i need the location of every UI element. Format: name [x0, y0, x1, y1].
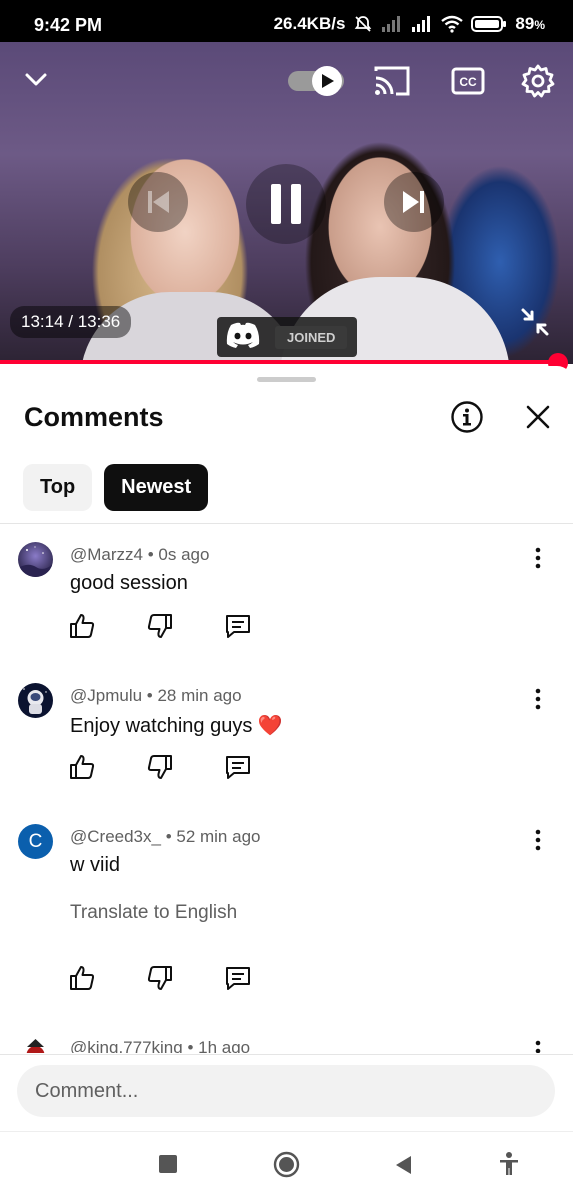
- like-icon[interactable]: [68, 612, 96, 640]
- wifi-icon: [441, 15, 464, 33]
- comment-item: @Jpmulu • 28 min ago Enjoy watching guys…: [0, 677, 573, 818]
- collapse-chevron-icon[interactable]: [22, 66, 50, 94]
- dislike-icon[interactable]: [146, 964, 174, 992]
- close-icon[interactable]: [523, 402, 553, 432]
- avatar[interactable]: [18, 542, 53, 577]
- cast-icon[interactable]: [374, 64, 410, 98]
- fullscreen-exit-icon[interactable]: [519, 306, 551, 338]
- previous-video-button[interactable]: [128, 172, 188, 232]
- avatar[interactable]: [18, 1035, 53, 1053]
- autoplay-toggle[interactable]: [287, 64, 345, 98]
- astronaut-avatar-icon: [18, 683, 53, 718]
- more-options-icon[interactable]: [527, 546, 549, 570]
- dislike-icon[interactable]: [146, 753, 174, 781]
- settings-gear-icon[interactable]: [521, 64, 555, 98]
- comment-text: w viid: [70, 854, 121, 876]
- translate-link[interactable]: Translate to English: [70, 902, 237, 924]
- recents-square-icon[interactable]: [158, 1154, 178, 1179]
- percent-sign: %: [534, 18, 545, 32]
- avatar[interactable]: [18, 683, 53, 718]
- comment-actions: [68, 612, 252, 640]
- comment-meta: @Jpmulu • 28 min ago: [70, 686, 242, 705]
- comments-sheet: Comments Top Newest @Marzz4 • 0s ago goo…: [0, 366, 573, 1131]
- battery-percent: 89%: [515, 14, 545, 34]
- system-nav-bar: [0, 1131, 573, 1199]
- comment-text: good session: [70, 572, 188, 594]
- status-icons: 26.4KB/s 89%: [274, 14, 545, 34]
- net-speed: 26.4KB/s: [273, 14, 346, 33]
- more-options-icon[interactable]: [527, 828, 549, 852]
- signal-2-icon: [411, 15, 433, 33]
- like-icon[interactable]: [68, 753, 96, 781]
- battery-value: 89: [515, 14, 535, 33]
- joined-label: JOINED: [275, 325, 348, 349]
- comment-meta: @Creed3x_ • 52 min ago: [70, 827, 261, 846]
- dislike-icon[interactable]: [146, 612, 174, 640]
- emblem-avatar-icon: [18, 1035, 53, 1053]
- more-options-icon[interactable]: [527, 687, 549, 711]
- info-icon[interactable]: [450, 400, 484, 434]
- divider: [0, 523, 573, 524]
- tab-newest[interactable]: Newest: [104, 464, 209, 511]
- back-triangle-icon[interactable]: [393, 1154, 413, 1181]
- comment-input[interactable]: [17, 1065, 555, 1117]
- comments-list[interactable]: @Marzz4 • 0s ago good session @Jpmulu • …: [0, 536, 573, 1053]
- comment-meta: @king.777king • 1h ago: [70, 1038, 251, 1053]
- more-options-icon[interactable]: [527, 1039, 549, 1053]
- status-time: 9:42 PM: [34, 15, 103, 35]
- pause-button[interactable]: [246, 164, 326, 244]
- sort-tabs: Top Newest: [23, 464, 209, 511]
- reply-icon[interactable]: [224, 753, 252, 781]
- tab-top[interactable]: Top: [23, 464, 93, 511]
- avatar[interactable]: C: [18, 824, 53, 859]
- mute-bell-icon: [353, 14, 373, 34]
- video-progress-bar[interactable]: [0, 360, 558, 364]
- comment-item: C @Creed3x_ • 52 min ago w viid Translat…: [0, 818, 573, 1029]
- comment-actions: [68, 753, 252, 781]
- discord-logo-icon: [225, 321, 261, 354]
- video-time-display: 13:14 / 13:36: [10, 306, 132, 338]
- reply-icon[interactable]: [224, 612, 252, 640]
- svg-text:CC: CC: [459, 75, 477, 89]
- captions-icon[interactable]: CC: [451, 66, 485, 96]
- comments-title: Comments: [24, 402, 164, 432]
- comment-item: @king.777king • 1h ago: [0, 1029, 573, 1053]
- home-circle-icon[interactable]: [273, 1151, 300, 1183]
- next-video-button[interactable]: [384, 172, 444, 232]
- comment-text: Enjoy watching guys ❤️: [70, 715, 283, 737]
- drag-handle[interactable]: [257, 377, 316, 382]
- status-bar: 9:42 PM 26.4KB/s 89%: [0, 0, 573, 42]
- battery-icon: [471, 15, 507, 33]
- reply-icon[interactable]: [224, 964, 252, 992]
- comment-composer: [0, 1054, 573, 1131]
- like-icon[interactable]: [68, 964, 96, 992]
- comment-item: @Marzz4 • 0s ago good session: [0, 536, 573, 677]
- discord-joined-overlay: JOINED: [217, 317, 357, 357]
- comment-actions: [68, 964, 252, 992]
- comment-meta: @Marzz4 • 0s ago: [70, 545, 210, 564]
- signal-1-icon: [381, 15, 403, 33]
- night-sky-avatar-icon: [18, 542, 53, 577]
- accessibility-icon[interactable]: [498, 1151, 520, 1182]
- avatar-letter: C: [28, 830, 43, 852]
- video-player[interactable]: CC 13:14 / 13:36 JOINED: [0, 42, 573, 364]
